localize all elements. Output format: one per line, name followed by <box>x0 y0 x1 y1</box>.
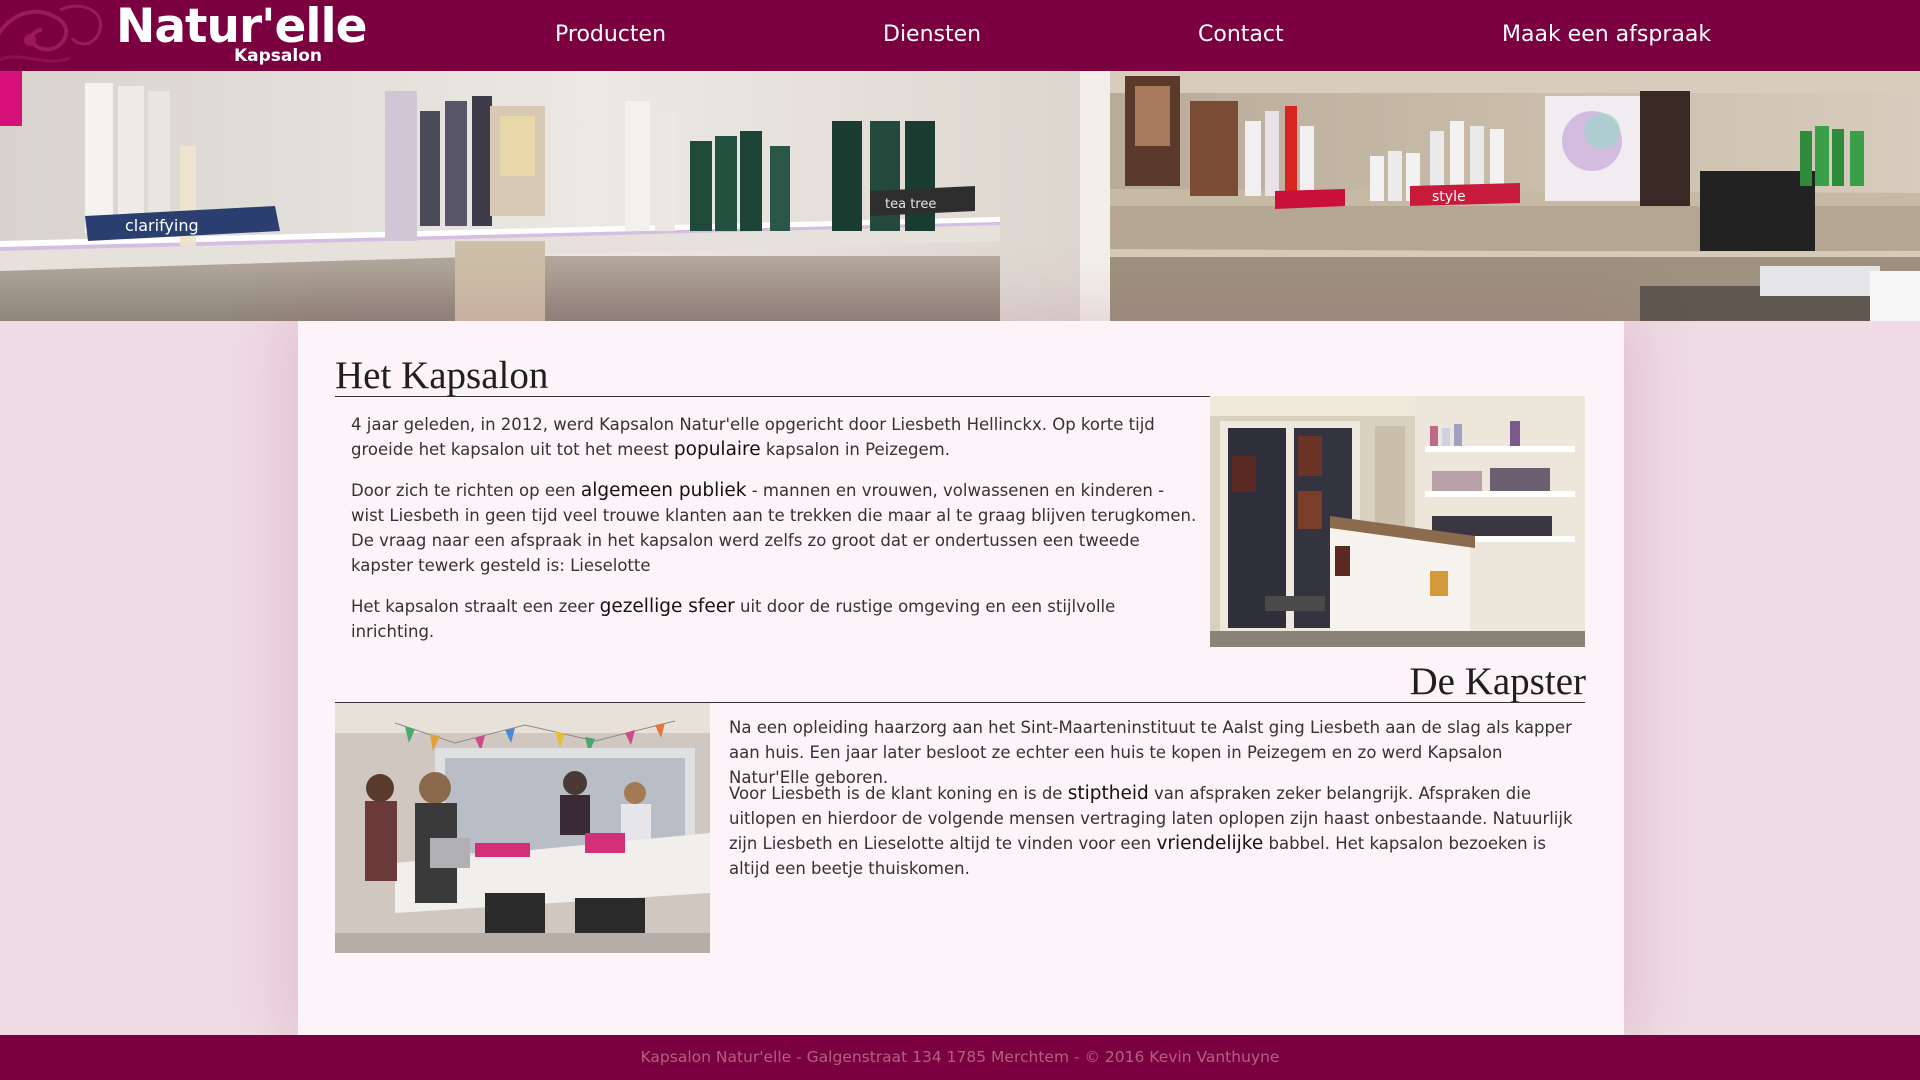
site-logo[interactable]: Natur'elle Kapsalon <box>116 0 368 71</box>
nav-maak-een-afspraak[interactable]: Maak een afspraak <box>1502 20 1711 50</box>
logo-subtitle: Kapsalon <box>233 46 322 66</box>
nav-contact[interactable]: Contact <box>1198 20 1284 50</box>
salon-interior-photo <box>1210 396 1585 647</box>
section-title-de-kapster: De Kapster <box>1409 660 1586 703</box>
hero-shelf-label: tea tree <box>885 197 936 212</box>
site-footer: Kapsalon Natur'elle - Galgenstraat 134 1… <box>0 1035 1920 1080</box>
kapster-paragraph-1: Na een opleiding haarzorg aan het Sint-M… <box>729 718 1572 787</box>
kapster-paragraph-2: Voor Liesbeth is de klant koning en is d… <box>729 783 1573 878</box>
hero-salon-shelves-image: clarifying tea tree style <box>0 71 1920 321</box>
emphasis-gezellige-sfeer: gezellige sfeer <box>599 596 735 617</box>
kapsalon-paragraph-1: 4 jaar geleden, in 2012, werd Kapsalon N… <box>351 415 1155 460</box>
footer-text: Kapsalon Natur'elle - Galgenstraat 134 1… <box>640 1048 1280 1066</box>
section-title-het-kapsalon: Het Kapsalon <box>335 354 549 397</box>
hero-shelf-label: style <box>1432 189 1466 205</box>
emphasis-algemeen-publiek: algemeen publiek <box>580 480 747 501</box>
kapster-at-work-photo <box>335 703 710 953</box>
hero-banner: clarifying tea tree style <box>0 71 1920 321</box>
nav-diensten[interactable]: Diensten <box>883 20 981 50</box>
logo-swirl-icon <box>0 0 110 71</box>
emphasis-stiptheid: stiptheid <box>1067 783 1149 804</box>
site-header: Natur'elle Kapsalon Producten Diensten C… <box>0 0 1920 71</box>
emphasis-populaire: populaire <box>673 439 761 460</box>
main-content: Het Kapsalon 4 jaar geleden, in 2012, we… <box>298 321 1624 1035</box>
emphasis-vriendelijke: vriendelijke <box>1156 833 1264 854</box>
hero-shelf-label: clarifying <box>125 216 199 235</box>
kapsalon-paragraph-3: Het kapsalon straalt een zeer gezellige … <box>351 596 1116 641</box>
nav-producten[interactable]: Producten <box>555 20 666 50</box>
kapsalon-paragraph-2: Door zich te richten op een algemeen pub… <box>351 480 1197 575</box>
